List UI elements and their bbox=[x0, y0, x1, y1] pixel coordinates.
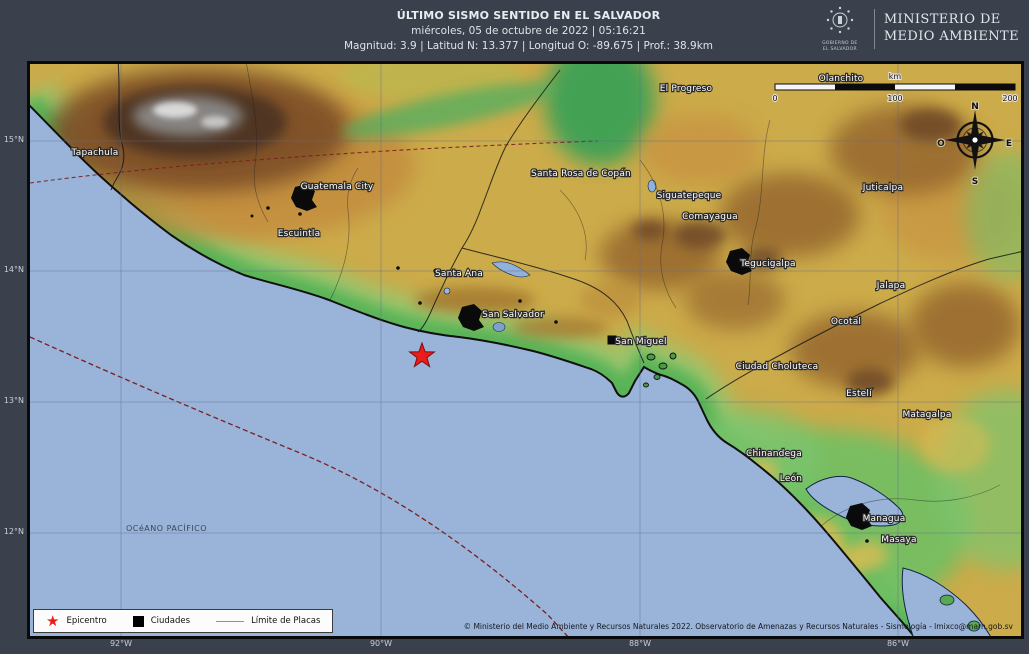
lon-tick-90-w: 90°W bbox=[359, 639, 403, 648]
city-label-ciudad-choluteca: Ciudad Choluteca bbox=[736, 362, 819, 372]
city-label-san-miguel: San Miguel bbox=[615, 337, 667, 347]
lat-tick-15-n: 15°N bbox=[0, 135, 24, 144]
compass-n: N bbox=[971, 102, 979, 112]
government-logo: GOBIERNO DE EL SALVADOR MINISTERIO DE ME… bbox=[815, 6, 1019, 52]
credit-text: © Ministerio del Medio Ambiente y Recurs… bbox=[464, 622, 1013, 631]
gov-line2: EL SALVADOR bbox=[815, 47, 865, 53]
city-label-le-n: León bbox=[780, 473, 802, 484]
logo-divider bbox=[874, 9, 875, 49]
city-label-guatemala-city: Guatemala City bbox=[301, 182, 374, 192]
event-details: Magnitud: 3.9 | Latitud N: 13.377 | Long… bbox=[344, 40, 713, 52]
city-label-jalapa: Jalapa bbox=[876, 281, 906, 291]
city-label-comayagua: Comayagua bbox=[682, 212, 738, 222]
gov-seal-icon: GOBIERNO DE EL SALVADOR bbox=[815, 6, 865, 52]
compass-w: O bbox=[937, 139, 945, 149]
screenshot-root: ÚLTIMO SISMO SENTIDO EN EL SALVADOR miér… bbox=[0, 0, 1029, 654]
ministry-line1: MINISTERIO DE bbox=[884, 12, 1019, 29]
legend-line-icon bbox=[216, 621, 244, 622]
lat-tick-13-n: 13°N bbox=[0, 396, 24, 405]
city-label-tegucigalpa: Tegucigalpa bbox=[739, 259, 796, 269]
lake-yojoa bbox=[648, 180, 656, 192]
legend-item-ciudades: Ciudades bbox=[133, 616, 190, 627]
legend-label: Epicentro bbox=[66, 616, 106, 626]
lon-tick-88-w: 88°W bbox=[618, 639, 662, 648]
ocean-label: OCéANO PACÍFICO bbox=[126, 522, 207, 533]
legend-label: Ciudades bbox=[151, 616, 190, 626]
lon-tick-92-w: 92°W bbox=[99, 639, 143, 648]
map-canvas: Tapachula Guatemala City Escuintla Santa An… bbox=[30, 64, 1021, 636]
gov-seal-text: GOBIERNO DE EL SALVADOR bbox=[815, 41, 865, 52]
page-title: ÚLTIMO SISMO SENTIDO EN EL SALVADOR bbox=[344, 9, 713, 22]
scale-tick-0: 0 bbox=[772, 94, 777, 103]
seismic-map: Tapachula Guatemala City Escuintla Santa An… bbox=[27, 61, 1024, 639]
map-legend: ★ Epicentro Ciudades Límite de Placas bbox=[33, 609, 333, 633]
city-label-estel: Estelí bbox=[846, 389, 872, 399]
city-label-olanchito: Olanchito bbox=[819, 74, 864, 84]
scale-tick-200: 200 bbox=[1002, 94, 1017, 103]
legend-label: Límite de Placas bbox=[251, 616, 320, 626]
compass-e: E bbox=[1006, 139, 1012, 149]
city-label-matagalpa: Matagalpa bbox=[902, 410, 951, 420]
compass-s: S bbox=[972, 177, 978, 187]
city-label-escuintla: Escuintla bbox=[278, 229, 321, 239]
city-label-tapachula: Tapachula bbox=[71, 148, 119, 158]
city-label-santa-rosa-de-cop-n: Santa Rosa de Copán bbox=[531, 169, 631, 179]
legend-square-icon bbox=[133, 616, 144, 627]
legend-item-epicentro: ★ Epicentro bbox=[46, 615, 107, 627]
city-label-juticalpa: Juticalpa bbox=[862, 183, 903, 193]
event-datetime: miércoles, 05 de octubre de 2022 | 05:16… bbox=[344, 25, 713, 37]
legend-star-icon: ★ bbox=[46, 615, 59, 627]
gov-seal-emblem-icon bbox=[823, 6, 857, 36]
ministry-line2: MEDIO AMBIENTE bbox=[884, 29, 1019, 46]
city-label-masaya: Masaya bbox=[881, 535, 917, 545]
scale-unit: km bbox=[889, 72, 902, 81]
city-label-ocotal: Ocotal bbox=[831, 317, 861, 327]
ministry-name: MINISTERIO DE MEDIO AMBIENTE bbox=[884, 12, 1019, 46]
lon-tick-86-w: 86°W bbox=[876, 639, 920, 648]
lake-coatepeque bbox=[444, 288, 450, 294]
scale-tick-100: 100 bbox=[887, 94, 902, 103]
header: ÚLTIMO SISMO SENTIDO EN EL SALVADOR miér… bbox=[344, 9, 713, 52]
city-label-san-salvador: San Salvador bbox=[482, 310, 544, 320]
city-label-el-progreso: El Progreso bbox=[660, 84, 713, 94]
city-label-chinandega: Chinandega bbox=[746, 449, 802, 459]
city-label-managua: Managua bbox=[863, 514, 906, 524]
lat-tick-14-n: 14°N bbox=[0, 265, 24, 274]
lake-ilopango bbox=[493, 323, 505, 332]
city-label-siguatepeque: Siguatepeque bbox=[657, 191, 722, 201]
city-label-santa-ana: Santa Ana bbox=[435, 269, 483, 279]
lat-tick-12-n: 12°N bbox=[0, 527, 24, 536]
gov-line1: GOBIERNO DE bbox=[815, 41, 865, 47]
legend-item-l-mite-de-placas: Límite de Placas bbox=[216, 616, 320, 626]
